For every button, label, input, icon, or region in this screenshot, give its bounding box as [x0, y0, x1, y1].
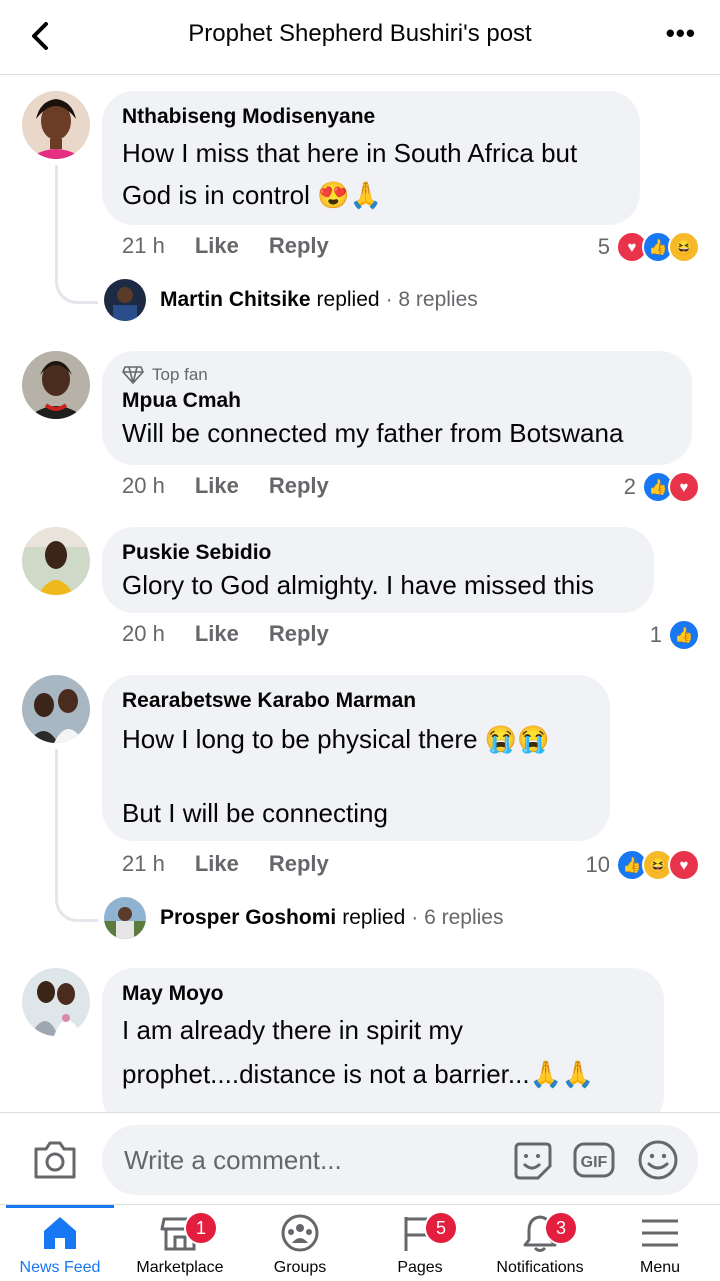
replies-count: · 6 replies: [411, 906, 504, 929]
replies-preview[interactable]: Martin Chitsike replied · 8 replies: [104, 279, 478, 321]
comment-bubble: Nthabiseng Modisenyane How I miss that h…: [102, 91, 640, 225]
reaction-count: 1: [649, 622, 662, 647]
reply-button[interactable]: Reply: [269, 233, 329, 259]
avatar[interactable]: [22, 91, 90, 159]
comment-text-line: prophet....distance is not a barrier...🙏…: [122, 1059, 595, 1089]
replies-count: · 8 replies: [385, 288, 478, 311]
reaction-count: 5: [597, 234, 610, 259]
tab-marketplace[interactable]: 1 Marketplace: [120, 1205, 240, 1281]
comment-time: 21 h: [122, 851, 165, 876]
comment-author[interactable]: Puskie Sebidio: [122, 539, 634, 567]
thread-line: [55, 165, 98, 304]
comment-bubble: May Moyo I am already there in spirit my…: [102, 968, 664, 1112]
reaction-summary[interactable]: 2 👍 ♥: [624, 471, 700, 503]
reaction-summary[interactable]: 5 ♥ 👍 😆: [598, 231, 700, 263]
comment-bubble: Puskie Sebidio Glory to God almighty. I …: [102, 527, 654, 613]
home-icon: [44, 1217, 76, 1249]
reply-avatar: [104, 279, 146, 321]
like-button[interactable]: Like: [195, 621, 239, 647]
notification-badge: 3: [544, 1211, 578, 1245]
comment-author[interactable]: Nthabiseng Modisenyane: [122, 103, 620, 131]
reply-author: Prosper Goshomi: [160, 906, 337, 929]
comment-actions: 20 h Like Reply: [122, 621, 329, 647]
comment-input[interactable]: Write a comment... GIF: [102, 1125, 698, 1195]
comment-actions: 20 h Like Reply: [122, 473, 329, 499]
like-reaction-icon: 👍: [668, 619, 700, 651]
tab-label: Groups: [273, 1259, 327, 1276]
camera-icon[interactable]: [32, 1137, 78, 1181]
replied-label: replied: [316, 288, 380, 311]
gif-icon[interactable]: GIF: [572, 1138, 616, 1182]
comment-time: 21 h: [122, 233, 165, 258]
comment-text-line: God is in control 😍🙏: [122, 180, 382, 210]
tab-pages[interactable]: 5 Pages: [360, 1205, 480, 1281]
menu-icon: [642, 1219, 678, 1247]
tab-menu[interactable]: Menu: [600, 1205, 720, 1281]
bottom-nav: News Feed 1 Marketplace Groups 5 Pages 3…: [0, 1204, 720, 1281]
comment-author[interactable]: Rearabetswe Karabo Marman: [122, 687, 590, 715]
comment-bubble: Rearabetswe Karabo Marman How I long to …: [102, 675, 610, 841]
comment-text-line: How I miss that here in South Africa but: [122, 138, 578, 168]
love-reaction-icon: ♥: [668, 849, 700, 881]
like-button[interactable]: Like: [195, 851, 239, 877]
tab-groups[interactable]: Groups: [240, 1205, 360, 1281]
reply-avatar: [104, 897, 146, 939]
comment-time: 20 h: [122, 621, 165, 646]
reply-button[interactable]: Reply: [269, 621, 329, 647]
tab-label: Marketplace: [136, 1259, 224, 1276]
comment-placeholder: Write a comment...: [124, 1145, 342, 1175]
reaction-summary[interactable]: 10 👍 😆 ♥: [586, 849, 700, 881]
sticker-icon[interactable]: [510, 1138, 554, 1182]
comment-author[interactable]: May Moyo: [122, 980, 644, 1008]
comment-text-line: I am already there in spirit my: [122, 1015, 464, 1045]
haha-reaction-icon: 😆: [668, 231, 700, 263]
top-fan-badge: Top fan: [122, 363, 672, 387]
comment-text-line: [122, 761, 590, 791]
page-title: Prophet Shepherd Bushiri's post: [188, 20, 532, 47]
comment-time: 20 h: [122, 473, 165, 498]
notification-badge: 5: [424, 1211, 458, 1245]
comment-text-line: Will be connected my father from Botswan…: [122, 418, 624, 448]
svg-text:GIF: GIF: [581, 1154, 608, 1171]
tab-label: Pages: [397, 1259, 443, 1276]
like-button[interactable]: Like: [195, 473, 239, 499]
like-button[interactable]: Like: [195, 233, 239, 259]
tab-news-feed[interactable]: News Feed: [0, 1205, 120, 1281]
comments-list: Nthabiseng Modisenyane How I miss that h…: [0, 75, 720, 1112]
love-reaction-icon: ♥: [668, 471, 700, 503]
more-options-icon[interactable]: •••: [666, 18, 696, 49]
groups-icon: [281, 1214, 319, 1252]
comment-text-line: How I long to be physical there 😭😭: [122, 724, 550, 754]
top-bar: Prophet Shepherd Bushiri's post •••: [0, 0, 720, 75]
comment-composer: Write a comment... GIF: [0, 1112, 720, 1205]
thread-line: [55, 749, 98, 922]
tab-label: Menu: [639, 1259, 681, 1276]
tab-label: News Feed: [19, 1259, 101, 1276]
reaction-summary[interactable]: 1 👍: [650, 619, 700, 651]
avatar[interactable]: [22, 968, 90, 1036]
avatar[interactable]: [22, 527, 90, 595]
replied-label: replied: [342, 906, 406, 929]
notification-badge: 1: [184, 1211, 218, 1245]
reaction-count: 10: [585, 852, 610, 877]
reply-button[interactable]: Reply: [269, 851, 329, 877]
top-fan-label: Top fan: [152, 365, 208, 384]
avatar[interactable]: [22, 351, 90, 419]
comment-actions: 21 h Like Reply: [122, 233, 329, 259]
comment-text-line: Glory to God almighty. I have missed thi…: [122, 570, 595, 600]
tab-notifications[interactable]: 3 Notifications: [480, 1205, 600, 1281]
comment-text-line: But I will be connecting: [122, 798, 388, 828]
reaction-count: 2: [623, 474, 636, 499]
replies-preview[interactable]: Prosper Goshomi replied · 6 replies: [104, 897, 503, 939]
comment-author[interactable]: Mpua Cmah: [122, 387, 672, 415]
tab-label: Notifications: [496, 1259, 584, 1276]
reply-button[interactable]: Reply: [269, 473, 329, 499]
reply-author: Martin Chitsike: [160, 288, 311, 311]
emoji-icon[interactable]: [636, 1138, 680, 1182]
comment-actions: 21 h Like Reply: [122, 851, 329, 877]
comment-bubble: Top fan Mpua Cmah Will be connected my f…: [102, 351, 692, 465]
diamond-icon: [122, 366, 144, 384]
avatar[interactable]: [22, 675, 90, 743]
